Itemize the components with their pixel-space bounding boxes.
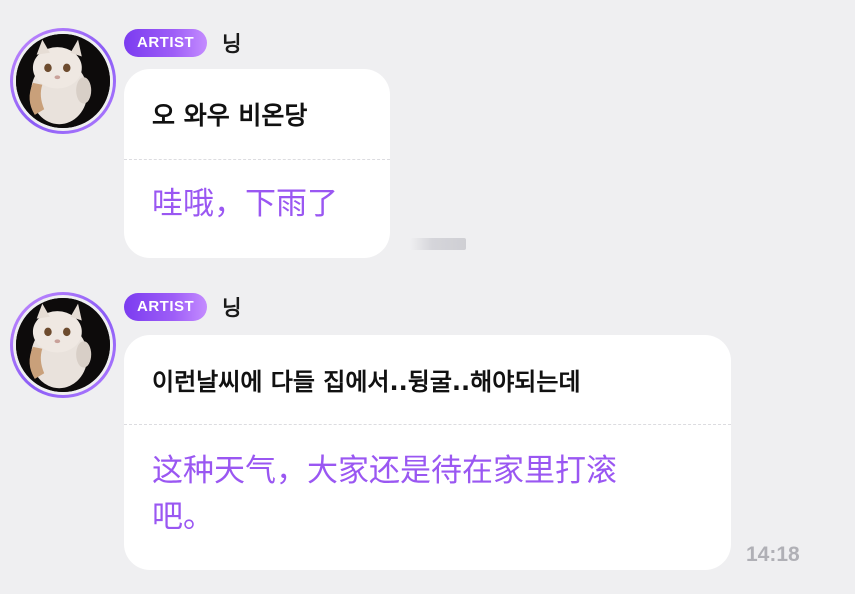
- artist-badge: ARTIST: [124, 293, 208, 321]
- message-header: ARTIST 닝: [124, 292, 242, 322]
- message-bubble[interactable]: 오 와우 비온당 哇哦，下雨了: [124, 69, 390, 258]
- white-cat-avatar-icon: [16, 298, 110, 392]
- translation-text: 这种天气，大家还是待在家里打滚吧。: [152, 453, 617, 535]
- message-header: ARTIST 닝: [124, 28, 242, 58]
- chat-message: ARTIST 닝 오 와우 비온당 哇哦，下雨了: [0, 28, 855, 260]
- original-text: 오 와우 비온당: [152, 101, 308, 130]
- sender-avatar[interactable]: [10, 292, 116, 398]
- white-cat-avatar-icon: [16, 34, 110, 128]
- artist-badge: ARTIST: [124, 29, 208, 57]
- translation-text: 哇哦，下雨了: [152, 186, 338, 222]
- message-bubble[interactable]: 이런날씨에 다들 집에서..뒹굴..해야되는데 这种天气，大家还是待在家里打滚吧…: [124, 335, 731, 570]
- sender-name: 닝: [222, 296, 242, 320]
- original-text: 이런날씨에 다들 집에서..뒹굴..해야되는데: [152, 368, 581, 396]
- message-timestamp: 14:18: [746, 543, 800, 566]
- faint-timestamp-placeholder: [410, 238, 466, 250]
- chat-message: ARTIST 닝 이런날씨에 다들 집에서..뒹굴..해야되는데 这种天气，大家…: [0, 292, 855, 572]
- sender-name: 닝: [222, 32, 242, 56]
- sender-avatar[interactable]: [10, 28, 116, 134]
